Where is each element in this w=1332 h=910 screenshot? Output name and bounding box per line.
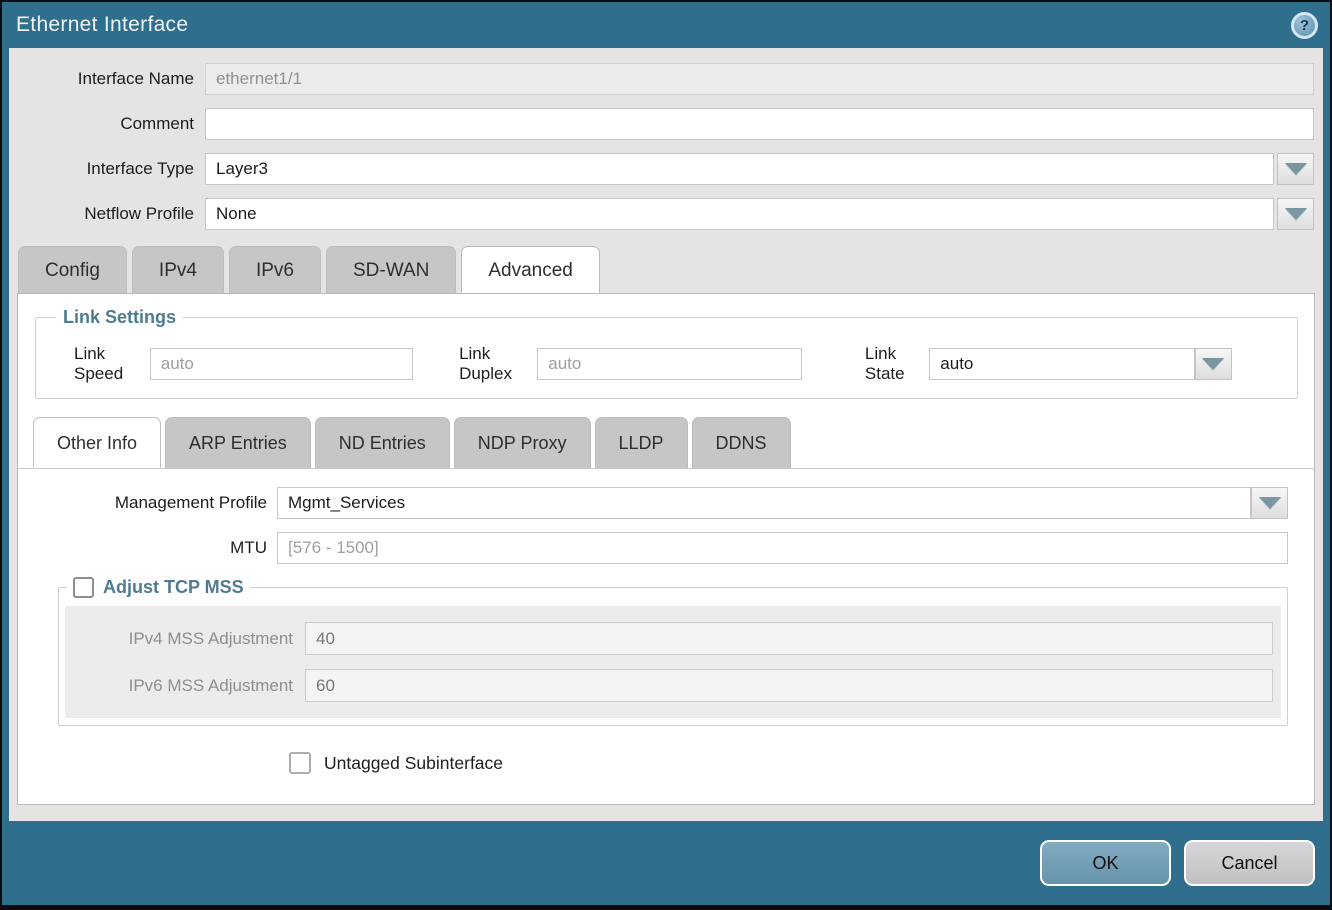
ipv6-mss-row: IPv6 MSS Adjustment [73,662,1273,709]
chevron-down-icon [1285,208,1307,220]
comment-label: Comment [9,114,205,134]
help-icon[interactable]: ? [1291,12,1318,39]
link-settings-fieldset: Link Settings Link Speed Link Duplex Lin… [35,307,1298,399]
tab-ipv4[interactable]: IPv4 [132,246,224,293]
comment-row: Comment [9,108,1314,140]
adjust-tcp-mss-label: Adjust TCP MSS [103,577,244,598]
dialog-title: Ethernet Interface [16,13,188,37]
management-profile-dropdown-button[interactable] [1251,487,1288,519]
interface-name-field [205,63,1314,95]
subtab-arp-entries[interactable]: ARP Entries [165,417,311,468]
link-duplex-label: Link Duplex [459,344,537,384]
mtu-label: MTU [18,538,277,558]
advanced-tab-panel: Link Settings Link Speed Link Duplex Lin… [17,293,1315,805]
tab-advanced[interactable]: Advanced [461,246,600,293]
link-duplex-field[interactable] [537,348,802,380]
mtu-field[interactable] [277,532,1288,564]
ok-button[interactable]: OK [1040,840,1171,886]
untagged-subinterface-label: Untagged Subinterface [324,753,503,774]
ipv4-mss-field [305,622,1273,655]
mtu-row: MTU [18,532,1288,564]
subtab-ndp-proxy[interactable]: NDP Proxy [454,417,591,468]
other-info-panel: Management Profile MTU [18,468,1314,774]
link-speed-field[interactable] [150,348,413,380]
ipv6-mss-field [305,669,1273,702]
tab-sd-wan[interactable]: SD-WAN [326,246,456,293]
ipv4-mss-label: IPv4 MSS Adjustment [73,629,305,649]
ethernet-interface-dialog: Ethernet Interface ? Interface Name Comm… [0,0,1332,910]
chevron-down-icon [1202,358,1224,370]
subtab-ddns[interactable]: DDNS [692,417,791,468]
cancel-button[interactable]: Cancel [1184,840,1315,886]
interface-type-dropdown-button[interactable] [1277,153,1314,185]
adjust-tcp-mss-fieldset: Adjust TCP MSS IPv4 MSS Adjustment IPv6 … [58,577,1288,726]
main-tab-bar: Config IPv4 IPv6 SD-WAN Advanced [18,246,1323,293]
management-profile-select[interactable] [277,487,1251,519]
link-state-select[interactable] [929,348,1194,380]
interface-name-row: Interface Name [9,63,1314,95]
link-settings-legend: Link Settings [56,307,183,328]
chevron-down-icon [1259,497,1281,509]
ipv4-mss-row: IPv4 MSS Adjustment [73,615,1273,662]
mss-disabled-panel: IPv4 MSS Adjustment IPv6 MSS Adjustment [65,606,1281,718]
netflow-profile-label: Netflow Profile [9,204,205,224]
footer-bar: OK Cancel [2,821,1330,905]
ipv6-mss-label: IPv6 MSS Adjustment [73,676,305,696]
netflow-profile-select[interactable] [205,198,1274,230]
link-state-label: Link State [865,344,929,384]
interface-type-label: Interface Type [9,159,205,179]
interface-type-row: Interface Type [9,153,1314,185]
adjust-tcp-mss-checkbox[interactable] [73,577,94,598]
chevron-down-icon [1285,163,1307,175]
subtab-other-info[interactable]: Other Info [33,417,161,468]
dialog-body: Interface Name Comment Interface Type Ne… [9,48,1323,821]
management-profile-row: Management Profile [18,487,1288,519]
link-speed-label: Link Speed [74,344,150,384]
management-profile-label: Management Profile [18,493,277,513]
netflow-profile-row: Netflow Profile [9,198,1314,230]
tab-config[interactable]: Config [18,246,127,293]
interface-type-select[interactable] [205,153,1274,185]
netflow-profile-dropdown-button[interactable] [1277,198,1314,230]
comment-field[interactable] [205,108,1314,140]
untagged-subinterface-checkbox[interactable] [289,752,311,774]
subtab-nd-entries[interactable]: ND Entries [315,417,450,468]
tab-ipv6[interactable]: IPv6 [229,246,321,293]
link-state-dropdown-button[interactable] [1195,348,1232,380]
title-bar: Ethernet Interface ? [2,2,1330,48]
interface-name-label: Interface Name [9,69,205,89]
sub-tab-bar: Other Info ARP Entries ND Entries NDP Pr… [33,417,1314,468]
subtab-lldp[interactable]: LLDP [595,417,688,468]
untagged-subinterface-row: Untagged Subinterface [289,752,1314,774]
